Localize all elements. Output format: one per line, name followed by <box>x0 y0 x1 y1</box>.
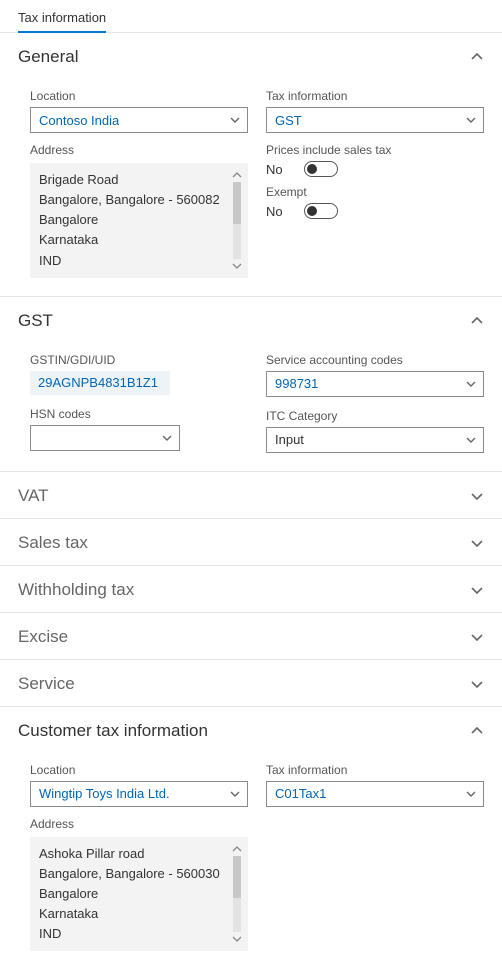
section-customer: Customer tax information Location Wingti… <box>0 707 502 955</box>
scrollbar-thumb[interactable] <box>233 856 241 898</box>
toggle-exempt[interactable] <box>304 203 338 219</box>
select-customer-location-value: Wingtip Toys India Ltd. <box>39 786 170 801</box>
address-scrollbar[interactable] <box>231 844 243 945</box>
select-location-value: Contoso India <box>39 113 119 128</box>
section-title-excise: Excise <box>18 627 68 647</box>
label-itc: ITC Category <box>266 409 484 423</box>
chevron-up-icon <box>470 50 484 64</box>
label-exempt: Exempt <box>266 185 484 199</box>
section-header-gst[interactable]: GST <box>0 297 502 343</box>
section-title-customer: Customer tax information <box>18 721 208 741</box>
select-tax-information-value: GST <box>275 113 302 128</box>
section-header-general[interactable]: General <box>0 33 502 79</box>
section-service: Service <box>0 660 502 707</box>
section-header-service[interactable]: Service <box>0 660 502 706</box>
chevron-down-icon <box>470 630 484 644</box>
chevron-down-icon <box>465 434 477 446</box>
select-itc[interactable]: Input <box>266 427 484 453</box>
tab-bar: Tax information <box>0 0 502 33</box>
label-gstin: GSTIN/GDI/UID <box>30 353 248 367</box>
address-line: Bangalore, Bangalore - 560082 <box>39 190 229 210</box>
section-header-customer[interactable]: Customer tax information <box>0 707 502 753</box>
chevron-down-icon <box>465 788 477 800</box>
address-line: Bangalore, Bangalore - 560030 <box>39 864 229 884</box>
section-header-withholding[interactable]: Withholding tax <box>0 566 502 612</box>
label-customer-location: Location <box>30 763 248 777</box>
toggle-exempt-value: No <box>266 204 292 219</box>
tab-tax-information[interactable]: Tax information <box>18 10 106 33</box>
select-tax-information[interactable]: GST <box>266 107 484 133</box>
section-withholding: Withholding tax <box>0 566 502 613</box>
section-general: General Location Contoso India Address B… <box>0 33 502 297</box>
address-line: Bangalore <box>39 210 229 230</box>
chevron-up-icon <box>470 724 484 738</box>
label-address: Address <box>30 143 248 157</box>
chevron-down-icon <box>470 489 484 503</box>
select-itc-value: Input <box>275 432 304 447</box>
scrollbar-track <box>233 182 241 259</box>
field-gstin[interactable]: 29AGNPB4831B1Z1 <box>30 371 170 395</box>
scrollbar-thumb[interactable] <box>233 182 241 224</box>
select-customer-tax-info-value: C01Tax1 <box>275 786 326 801</box>
section-title-gst: GST <box>18 311 53 331</box>
select-hsn[interactable] <box>30 425 180 451</box>
address-line: Bangalore <box>39 884 229 904</box>
label-prices-include-tax: Prices include sales tax <box>266 143 484 157</box>
chevron-down-icon <box>465 114 477 126</box>
select-location[interactable]: Contoso India <box>30 107 248 133</box>
chevron-down-icon <box>470 536 484 550</box>
field-gstin-value: 29AGNPB4831B1Z1 <box>38 375 158 390</box>
scroll-up-icon <box>232 170 242 180</box>
customer-address-box: Ashoka Pillar road Bangalore, Bangalore … <box>30 837 248 952</box>
section-excise: Excise <box>0 613 502 660</box>
section-title-sales-tax: Sales tax <box>18 533 88 553</box>
section-title-service: Service <box>18 674 75 694</box>
select-customer-location[interactable]: Wingtip Toys India Ltd. <box>30 781 248 807</box>
address-line: IND <box>39 251 229 271</box>
address-line: IND <box>39 924 229 944</box>
select-sac[interactable]: 998731 <box>266 371 484 397</box>
section-gst: GST GSTIN/GDI/UID 29AGNPB4831B1Z1 HSN co… <box>0 297 502 472</box>
address-scrollbar[interactable] <box>231 170 243 271</box>
section-title-vat: VAT <box>18 486 49 506</box>
label-location: Location <box>30 89 248 103</box>
toggle-prices-value: No <box>266 162 292 177</box>
chevron-up-icon <box>470 314 484 328</box>
scroll-up-icon <box>232 844 242 854</box>
section-header-excise[interactable]: Excise <box>0 613 502 659</box>
address-line: Ashoka Pillar road <box>39 844 229 864</box>
address-line: Karnataka <box>39 230 229 250</box>
select-customer-tax-info[interactable]: C01Tax1 <box>266 781 484 807</box>
scroll-down-icon <box>232 261 242 271</box>
chevron-down-icon <box>161 432 173 444</box>
scroll-down-icon <box>232 934 242 944</box>
label-tax-information: Tax information <box>266 89 484 103</box>
section-title-general: General <box>18 47 78 67</box>
toggle-prices-include-tax[interactable] <box>304 161 338 177</box>
label-customer-address: Address <box>30 817 248 831</box>
chevron-down-icon <box>470 583 484 597</box>
section-vat: VAT <box>0 472 502 519</box>
select-sac-value: 998731 <box>275 376 318 391</box>
address-line: Karnataka <box>39 904 229 924</box>
chevron-down-icon <box>229 114 241 126</box>
section-header-sales-tax[interactable]: Sales tax <box>0 519 502 565</box>
address-line: Brigade Road <box>39 170 229 190</box>
address-box: Brigade Road Bangalore, Bangalore - 5600… <box>30 163 248 278</box>
section-sales-tax: Sales tax <box>0 519 502 566</box>
section-header-vat[interactable]: VAT <box>0 472 502 518</box>
label-hsn: HSN codes <box>30 407 248 421</box>
label-customer-tax-info: Tax information <box>266 763 484 777</box>
chevron-down-icon <box>229 788 241 800</box>
scrollbar-track <box>233 856 241 933</box>
chevron-down-icon <box>470 677 484 691</box>
label-sac: Service accounting codes <box>266 353 484 367</box>
section-title-withholding: Withholding tax <box>18 580 134 600</box>
chevron-down-icon <box>465 378 477 390</box>
